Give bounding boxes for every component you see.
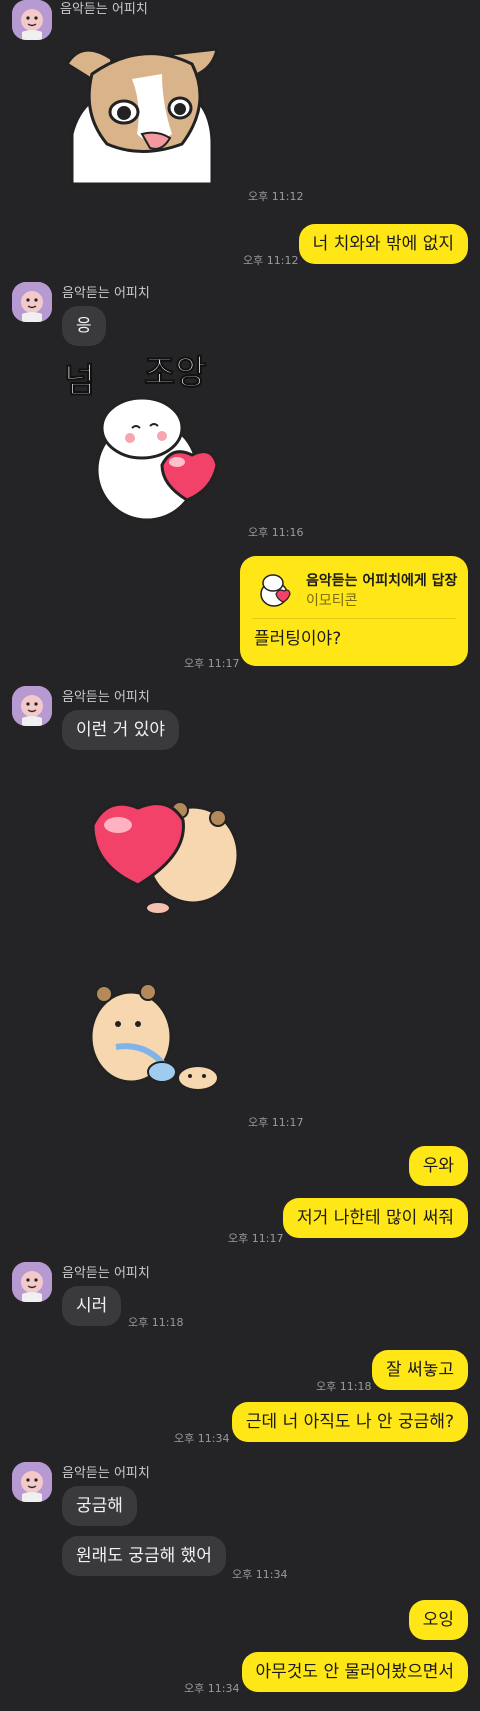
apeach-avatar-icon xyxy=(12,1262,52,1302)
hamster-heart-sticker-icon: 넘 조앙 xyxy=(64,353,219,522)
sender-avatar[interactable] xyxy=(12,282,52,322)
apeach-avatar-icon xyxy=(12,282,52,322)
message-time: 오후 11:34 xyxy=(174,1432,230,1445)
sender-avatar[interactable] xyxy=(12,1462,52,1502)
message-time: 오후 11:16 xyxy=(248,526,304,539)
hamster-heart-thumbnail-icon xyxy=(260,574,291,607)
outgoing-message[interactable]: 우와 xyxy=(408,1146,468,1186)
message-time: 오후 11:17 xyxy=(228,1232,284,1245)
apeach-avatar-icon xyxy=(12,1462,52,1502)
outgoing-message[interactable]: 근데 너 아직도 나 안 궁금해? xyxy=(231,1402,468,1442)
reply-title: 음악듣는 어피치에게 답장 xyxy=(306,573,458,589)
sender-name: 음악듣는 어피치 xyxy=(62,1266,150,1281)
chihuahua-sticker[interactable] xyxy=(62,34,222,189)
reply-divider xyxy=(252,618,456,619)
sticker-caption: 조앙 xyxy=(144,353,207,393)
message-time: 오후 11:12 xyxy=(248,190,304,203)
hamster-big-heart-sticker-icon xyxy=(91,801,240,915)
apeach-avatar-icon xyxy=(12,686,52,726)
message-time: 오후 11:17 xyxy=(184,657,240,670)
sender-avatar[interactable] xyxy=(12,686,52,726)
hamster-big-heart-sticker[interactable] xyxy=(88,790,248,920)
sender-name: 음악듣는 어피치 xyxy=(60,2,148,17)
outgoing-message[interactable]: 너 치와와 밖에 없지 xyxy=(298,224,468,264)
reply-text: 플러팅이야? xyxy=(254,629,342,649)
outgoing-message[interactable]: 잘 써놓고 xyxy=(372,1350,468,1390)
message-time: 오후 11:34 xyxy=(184,1682,240,1695)
hamster-walk-sticker-icon xyxy=(89,983,219,1091)
hamster-walk-sticker[interactable] xyxy=(86,982,236,1092)
reply-thumbnail xyxy=(254,568,294,608)
message-time: 오후 11:17 xyxy=(248,1116,304,1129)
incoming-message[interactable]: 궁금해 xyxy=(62,1486,137,1526)
incoming-message[interactable]: 이런 거 있야 xyxy=(62,710,180,750)
hamster-heart-sticker[interactable]: 넘 조앙 xyxy=(62,350,242,530)
outgoing-message[interactable]: 오잉 xyxy=(408,1600,468,1640)
sticker-caption: 넘 xyxy=(64,361,95,401)
incoming-message[interactable]: 응 xyxy=(62,306,106,346)
sender-name: 음악듣는 어피치 xyxy=(62,286,150,301)
message-time: 오후 11:18 xyxy=(128,1316,184,1329)
sender-avatar[interactable] xyxy=(12,0,52,40)
reply-subtitle: 이모티콘 xyxy=(306,593,358,609)
message-time: 오후 11:18 xyxy=(316,1380,372,1393)
outgoing-message[interactable]: 아무것도 안 물러어봤으면서 xyxy=(241,1652,468,1692)
reply-message-bubble[interactable]: 음악듣는 어피치에게 답장 이모티콘 플러팅이야? xyxy=(240,556,468,666)
sender-avatar[interactable] xyxy=(12,1262,52,1302)
outgoing-message[interactable]: 저거 나한테 많이 써줘 xyxy=(283,1198,468,1238)
chihuahua-sticker-icon xyxy=(64,47,219,186)
incoming-message[interactable]: 시러 xyxy=(62,1286,122,1326)
message-time: 오후 11:12 xyxy=(243,254,299,267)
incoming-message[interactable]: 원래도 궁금해 했어 xyxy=(62,1536,226,1576)
message-time: 오후 11:34 xyxy=(232,1568,288,1581)
apeach-avatar-icon xyxy=(12,0,52,40)
sender-name: 음악듣는 어피치 xyxy=(62,690,150,705)
sender-name: 음악듣는 어피치 xyxy=(62,1466,150,1481)
